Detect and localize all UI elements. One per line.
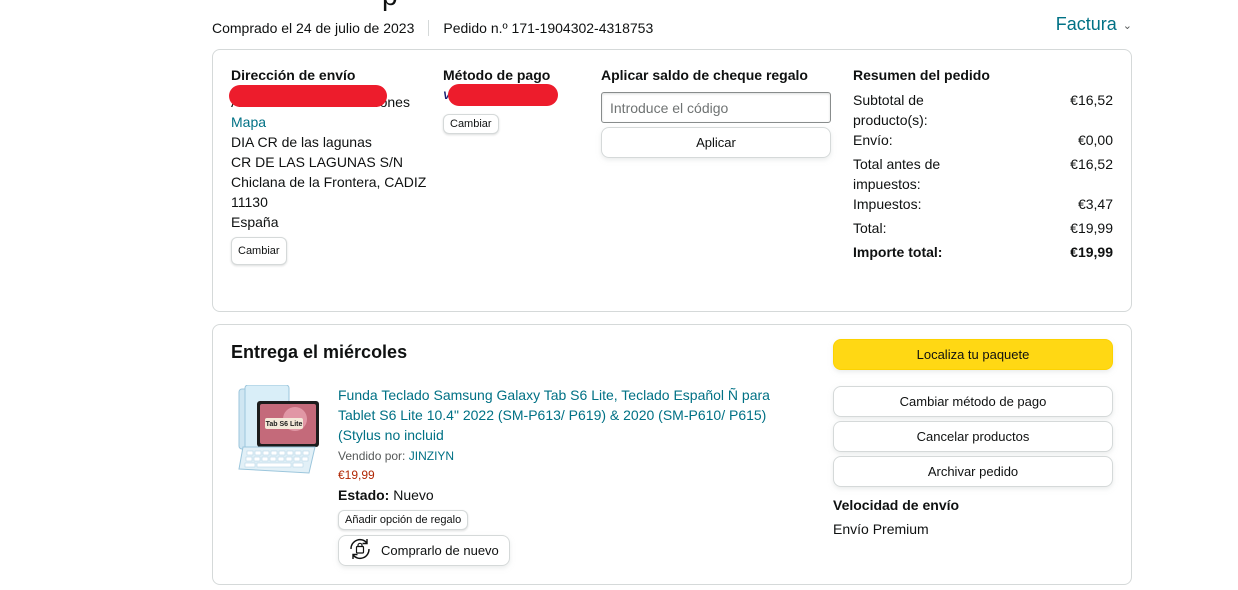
summary-title: Resumen del pedido: [853, 67, 990, 83]
invoice-dropdown[interactable]: Factura ⌄: [1056, 14, 1132, 35]
summary-value: €0,00: [1077, 132, 1113, 148]
summary-row: Total: €19,99: [853, 218, 1113, 238]
summary-row: Total antes de impuestos: €16,52: [853, 154, 1113, 194]
address-line: 11130: [231, 194, 268, 210]
summary-value: €19,99: [1070, 244, 1113, 260]
buy-again-label: Comprarlo de nuevo: [381, 543, 499, 558]
divider: [428, 20, 430, 36]
buy-again-button[interactable]: Comprarlo de nuevo: [338, 535, 510, 566]
condition-label: Estado:: [338, 487, 390, 503]
shipping-speed-title: Velocidad de envío: [833, 497, 960, 513]
summary-label: Subtotal de producto(s):: [853, 92, 928, 128]
archive-order-button[interactable]: Archivar pedido: [833, 456, 1113, 487]
address-line: Chiclana de la Frontera, CADIZ: [231, 174, 427, 190]
page-title-fragment: p: [382, 0, 398, 10]
add-gift-option-button[interactable]: Añadir opción de regalo: [338, 510, 469, 530]
change-payment-method-button[interactable]: Cambiar método de pago: [833, 386, 1113, 417]
tablet-keyboard-illustration: Tab S6 Lite: [238, 384, 319, 474]
shipping-title: Dirección de envío: [231, 67, 356, 83]
order-details-card: Dirección de envío Amazon Locker - camar…: [212, 49, 1132, 312]
cancel-items-button[interactable]: Cancelar productos: [833, 421, 1113, 452]
order-header: Comprado el 24 de julio de 2023 Pedido n…: [212, 14, 1132, 38]
address-line: España: [231, 214, 279, 230]
product-image[interactable]: Tab S6 Lite: [237, 384, 325, 477]
product-condition: Estado: Nuevo: [338, 487, 434, 503]
summary-label: Total:: [853, 220, 887, 236]
summary-label: Envío:: [853, 132, 893, 148]
summary-label: Impuestos:: [853, 196, 922, 212]
order-number: Pedido n.º 171-1904302-4318753: [443, 20, 654, 36]
change-payment-button[interactable]: Cambiar: [443, 114, 499, 134]
delivery-title: Entrega el miércoles: [231, 342, 408, 362]
track-package-button[interactable]: Localiza tu paquete: [833, 339, 1113, 370]
buy-again-icon: [347, 536, 373, 565]
summary-value: €16,52: [1070, 92, 1113, 108]
summary-label: Total antes de impuestos:: [853, 156, 941, 192]
redacted-card: [448, 84, 558, 106]
invoice-label: Factura: [1055, 14, 1117, 34]
address-line: CR DE LAS LAGUNAS S/N: [231, 154, 403, 170]
gift-card-title: Aplicar saldo de cheque regalo: [601, 67, 808, 83]
redacted-name: [229, 85, 387, 107]
product-price: €19,99: [338, 468, 375, 482]
summary-row-grand-total: Importe total: €19,99: [853, 242, 1113, 262]
summary-row: Envío: €0,00: [853, 130, 1113, 150]
product-title-link[interactable]: Funda Teclado Samsung Galaxy Tab S6 Lite…: [338, 385, 788, 445]
sold-by-label: Vendido por:: [338, 449, 409, 463]
payment-title: Método de pago: [443, 67, 551, 83]
summary-value: €3,47: [1077, 196, 1113, 212]
seller-link[interactable]: JINZIYN: [409, 449, 454, 463]
summary-value: €19,99: [1070, 220, 1113, 236]
gift-code-input[interactable]: Introduce el código: [601, 92, 831, 123]
shipping-speed-value: Envío Premium: [833, 521, 929, 537]
delivery-card: Entrega el miércoles Tab S6 Lite Funda T…: [212, 324, 1132, 585]
summary-row: Subtotal de producto(s): €16,52: [853, 90, 1113, 130]
summary-value: €16,52: [1070, 156, 1113, 172]
sold-by: Vendido por: JINZIYN: [338, 449, 454, 463]
image-label: Tab S6 Lite: [266, 421, 303, 428]
condition-value: Nuevo: [389, 487, 434, 503]
chevron-down-icon: ⌄: [1122, 20, 1132, 32]
address-line: DIA CR de las lagunas: [231, 134, 372, 150]
shipping-address-section: Dirección de envío Amazon Locker - camar…: [229, 67, 431, 265]
summary-label: Importe total:: [853, 244, 943, 260]
summary-row: Impuestos: €3,47: [853, 194, 1113, 214]
apply-gift-button[interactable]: Aplicar: [601, 127, 831, 158]
change-address-button[interactable]: Cambiar: [231, 237, 287, 265]
purchase-date: Comprado el 24 de julio de 2023: [212, 20, 415, 36]
map-link[interactable]: Mapa: [231, 112, 431, 132]
